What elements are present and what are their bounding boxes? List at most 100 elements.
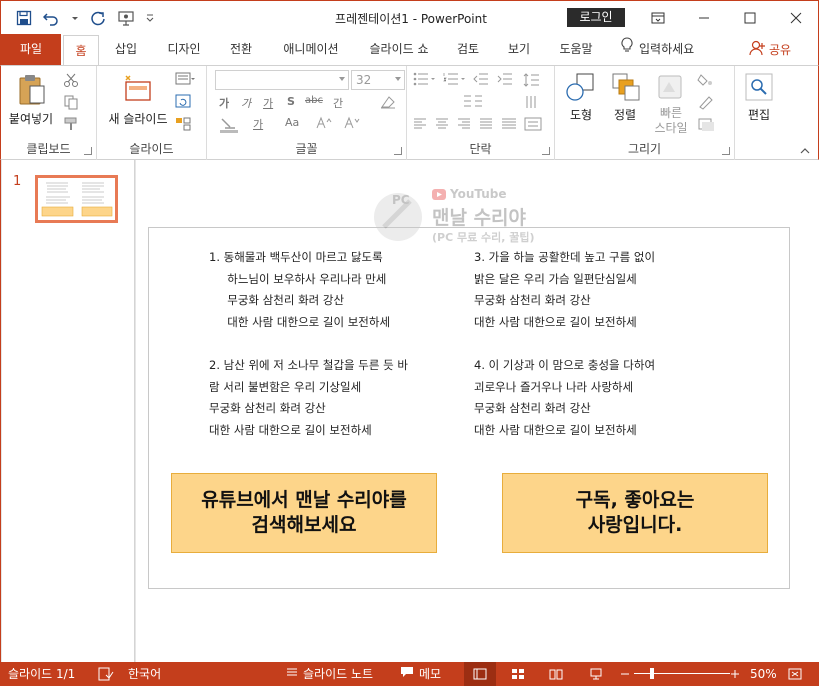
new-slide-button[interactable]: 새 슬라이드 — [103, 72, 173, 126]
maximize-button[interactable] — [727, 1, 773, 35]
slide-thumbnails-pane[interactable]: 1 — [2, 160, 135, 662]
bold-button[interactable]: 가 — [219, 95, 229, 111]
shapes-button[interactable]: 도형 — [561, 70, 601, 136]
spell-check-icon[interactable] — [98, 662, 114, 686]
minimize-button[interactable] — [681, 1, 727, 35]
close-button[interactable] — [773, 1, 819, 35]
tab-help[interactable]: 도움말 — [551, 34, 601, 65]
normal-view-button[interactable] — [464, 662, 496, 686]
clipboard-launcher[interactable] — [84, 147, 92, 155]
align-right-icon[interactable] — [457, 118, 471, 133]
zoom-thumb[interactable] — [650, 668, 654, 679]
section-icon[interactable] — [175, 116, 195, 135]
tab-home[interactable]: 홈 — [63, 35, 99, 66]
shadow-button[interactable]: S — [287, 95, 295, 108]
slide-thumbnail[interactable] — [35, 175, 118, 223]
clear-format-icon[interactable] — [379, 94, 397, 113]
stanza-1[interactable]: 1. 동해물과 백두산이 마르고 닳도록 하느님이 보우하사 우리나라 만세 무… — [209, 247, 390, 333]
tab-review[interactable]: 검토 — [449, 34, 487, 65]
shape-outline-icon[interactable] — [697, 94, 719, 113]
shape-effects-icon[interactable] — [697, 116, 719, 135]
save-icon[interactable] — [15, 9, 33, 27]
zoom-slider[interactable] — [634, 662, 730, 686]
columns-icon[interactable] — [463, 94, 485, 111]
distributed-icon[interactable] — [501, 118, 517, 133]
drawing-launcher[interactable] — [722, 147, 730, 155]
thumbnail-preview — [41, 182, 113, 217]
change-case-button[interactable]: Aa — [285, 116, 299, 129]
grow-font-icon[interactable] — [315, 116, 333, 133]
underline-button[interactable]: 가 — [263, 95, 273, 111]
layout-icon[interactable] — [175, 72, 195, 89]
justify-icon[interactable] — [479, 118, 493, 133]
font-group-label: 글꼴 — [295, 142, 318, 156]
align-center-icon[interactable] — [435, 118, 449, 133]
arrange-button[interactable]: 정렬 — [605, 70, 645, 136]
text-highlight-icon[interactable] — [219, 116, 241, 137]
tab-transitions[interactable]: 전환 — [219, 34, 263, 65]
callout-search-youtube[interactable]: 유튜브에서 맨날 수리야를 검색해보세요 — [171, 473, 437, 553]
callout-subscribe[interactable]: 구독, 좋아요는 사랑입니다. — [502, 473, 768, 553]
stanza-2[interactable]: 2. 남산 위에 저 소나무 철갑을 두른 듯 바 람 서리 불변함은 우리 기… — [209, 355, 408, 441]
reading-view-button[interactable] — [542, 662, 570, 686]
comments-button[interactable]: 메모 — [400, 662, 441, 686]
font-size-select[interactable]: 32 — [351, 70, 405, 90]
fit-to-window-button[interactable] — [787, 662, 803, 686]
decrease-indent-icon[interactable] — [473, 72, 489, 89]
format-painter-icon[interactable] — [63, 116, 79, 135]
slide-count[interactable]: 슬라이드 1/1 — [8, 662, 75, 686]
align-left-icon[interactable] — [413, 118, 427, 133]
present-icon[interactable] — [117, 9, 135, 27]
font-launcher[interactable] — [394, 147, 402, 155]
collapse-ribbon-icon[interactable] — [800, 145, 810, 155]
slideshow-button[interactable] — [582, 662, 610, 686]
slide-sorter-button[interactable] — [504, 662, 532, 686]
shrink-font-icon[interactable] — [343, 116, 361, 133]
language-indicator[interactable]: 한국어 — [128, 662, 161, 686]
tab-slideshow[interactable]: 슬라이드 쇼 — [359, 34, 439, 65]
undo-icon[interactable] — [43, 9, 61, 27]
ribbon-display-options-button[interactable] — [635, 1, 681, 35]
numbering-icon[interactable] — [443, 72, 467, 89]
thumbnail-number: 1 — [13, 174, 22, 189]
reset-icon[interactable] — [175, 94, 193, 113]
bullets-icon[interactable] — [413, 72, 437, 89]
tab-design[interactable]: 디자인 — [156, 34, 212, 65]
char-spacing-button[interactable]: 간 — [333, 95, 343, 111]
paste-label: 붙여넣기 — [8, 112, 54, 126]
quick-styles-button[interactable]: 빠른 스타일 — [649, 70, 693, 136]
customize-qat-icon[interactable] — [145, 9, 155, 27]
tab-file[interactable]: 파일 — [1, 34, 61, 65]
italic-button[interactable]: 가 — [241, 95, 251, 111]
redo-icon[interactable] — [89, 9, 107, 27]
login-button[interactable]: 로그인 — [567, 8, 625, 27]
stanza-3[interactable]: 3. 가을 하늘 공활한데 높고 구름 없이 밝은 달은 우리 가슴 일편단심일… — [474, 247, 655, 333]
text-direction-icon[interactable] — [523, 94, 545, 113]
paragraph-launcher[interactable] — [542, 147, 550, 155]
tab-animations[interactable]: 애니메이션 — [272, 34, 350, 65]
plus-icon — [731, 670, 739, 678]
tab-insert[interactable]: 삽입 — [105, 34, 147, 65]
tab-view[interactable]: 보기 — [500, 34, 538, 65]
line-spacing-icon[interactable] — [523, 72, 545, 91]
font-family-select[interactable] — [215, 70, 349, 90]
cut-icon[interactable] — [63, 72, 79, 91]
share-button[interactable]: 공유 — [749, 34, 791, 65]
align-text-icon[interactable] — [523, 116, 545, 135]
editing-button[interactable]: 편집 — [739, 70, 779, 136]
notes-button[interactable]: 슬라이드 노트 — [286, 662, 373, 686]
zoom-level[interactable]: 50% — [750, 662, 777, 686]
copy-icon[interactable] — [63, 94, 79, 113]
zoom-out-button[interactable] — [620, 662, 630, 686]
stanza-4[interactable]: 4. 이 기상과 이 맘으로 충성을 다하여 괴로우나 즐거우나 나라 사랑하세… — [474, 355, 655, 441]
tell-me-label: 입력하세요 — [639, 42, 695, 56]
shape-fill-icon[interactable] — [697, 72, 719, 91]
zoom-in-button[interactable] — [730, 662, 740, 686]
tell-me-box[interactable]: 입력하세요 — [621, 34, 694, 65]
increase-indent-icon[interactable] — [497, 72, 513, 89]
font-color-button[interactable]: 가 — [253, 116, 263, 132]
strikethrough-button[interactable]: abc — [305, 95, 323, 106]
slide-canvas[interactable]: 1. 동해물과 백두산이 마르고 닳도록 하느님이 보우하사 우리나라 만세 무… — [148, 227, 790, 589]
paste-button[interactable]: 붙여넣기 — [7, 72, 55, 126]
undo-dropdown-icon[interactable] — [71, 9, 79, 27]
